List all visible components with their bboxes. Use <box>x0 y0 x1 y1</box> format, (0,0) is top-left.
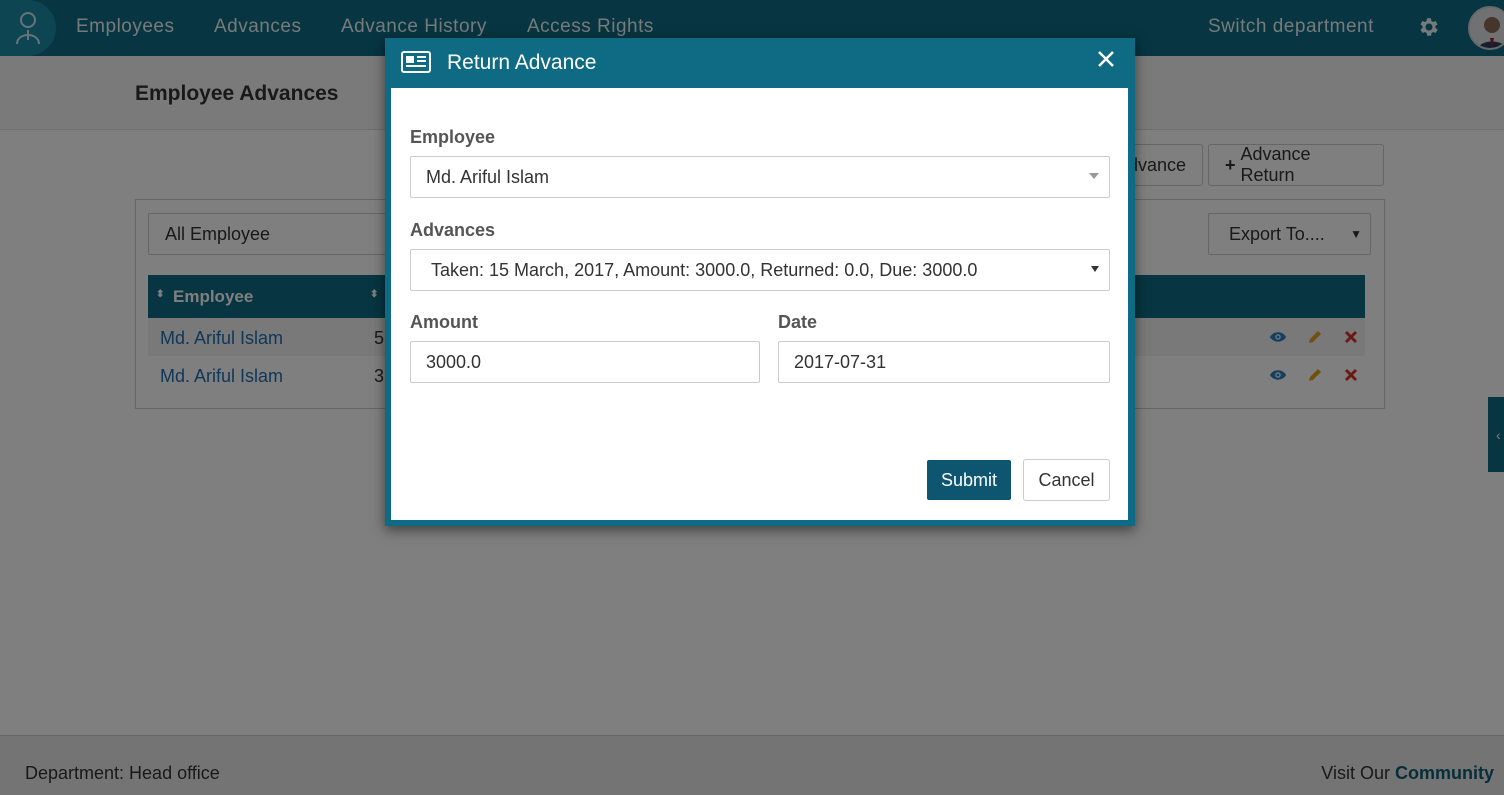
employee-label: Employee <box>410 127 496 147</box>
amount-input[interactable]: 3000.0 <box>410 341 760 383</box>
submit-button[interactable]: Submit <box>927 460 1011 500</box>
amount-label: Amount <box>410 312 478 332</box>
close-icon[interactable] <box>1097 50 1115 68</box>
advances-select[interactable]: Taken: 15 March, 2017, Amount: 3000.0, R… <box>410 249 1110 291</box>
newspaper-icon <box>401 51 431 73</box>
chevron-down-icon <box>1089 173 1099 179</box>
modal-body <box>391 88 1128 520</box>
employee-select[interactable]: Md. Ariful Islam <box>410 156 1110 198</box>
cancel-button[interactable]: Cancel <box>1023 459 1110 501</box>
date-label: Date <box>778 312 818 332</box>
chevron-down-icon <box>1091 266 1099 272</box>
advances-label: Advances <box>410 220 496 240</box>
modal-header: Return Advance <box>385 38 1135 88</box>
date-input[interactable]: 2017-07-31 <box>778 341 1110 383</box>
modal-title: Return Advance <box>447 51 597 74</box>
